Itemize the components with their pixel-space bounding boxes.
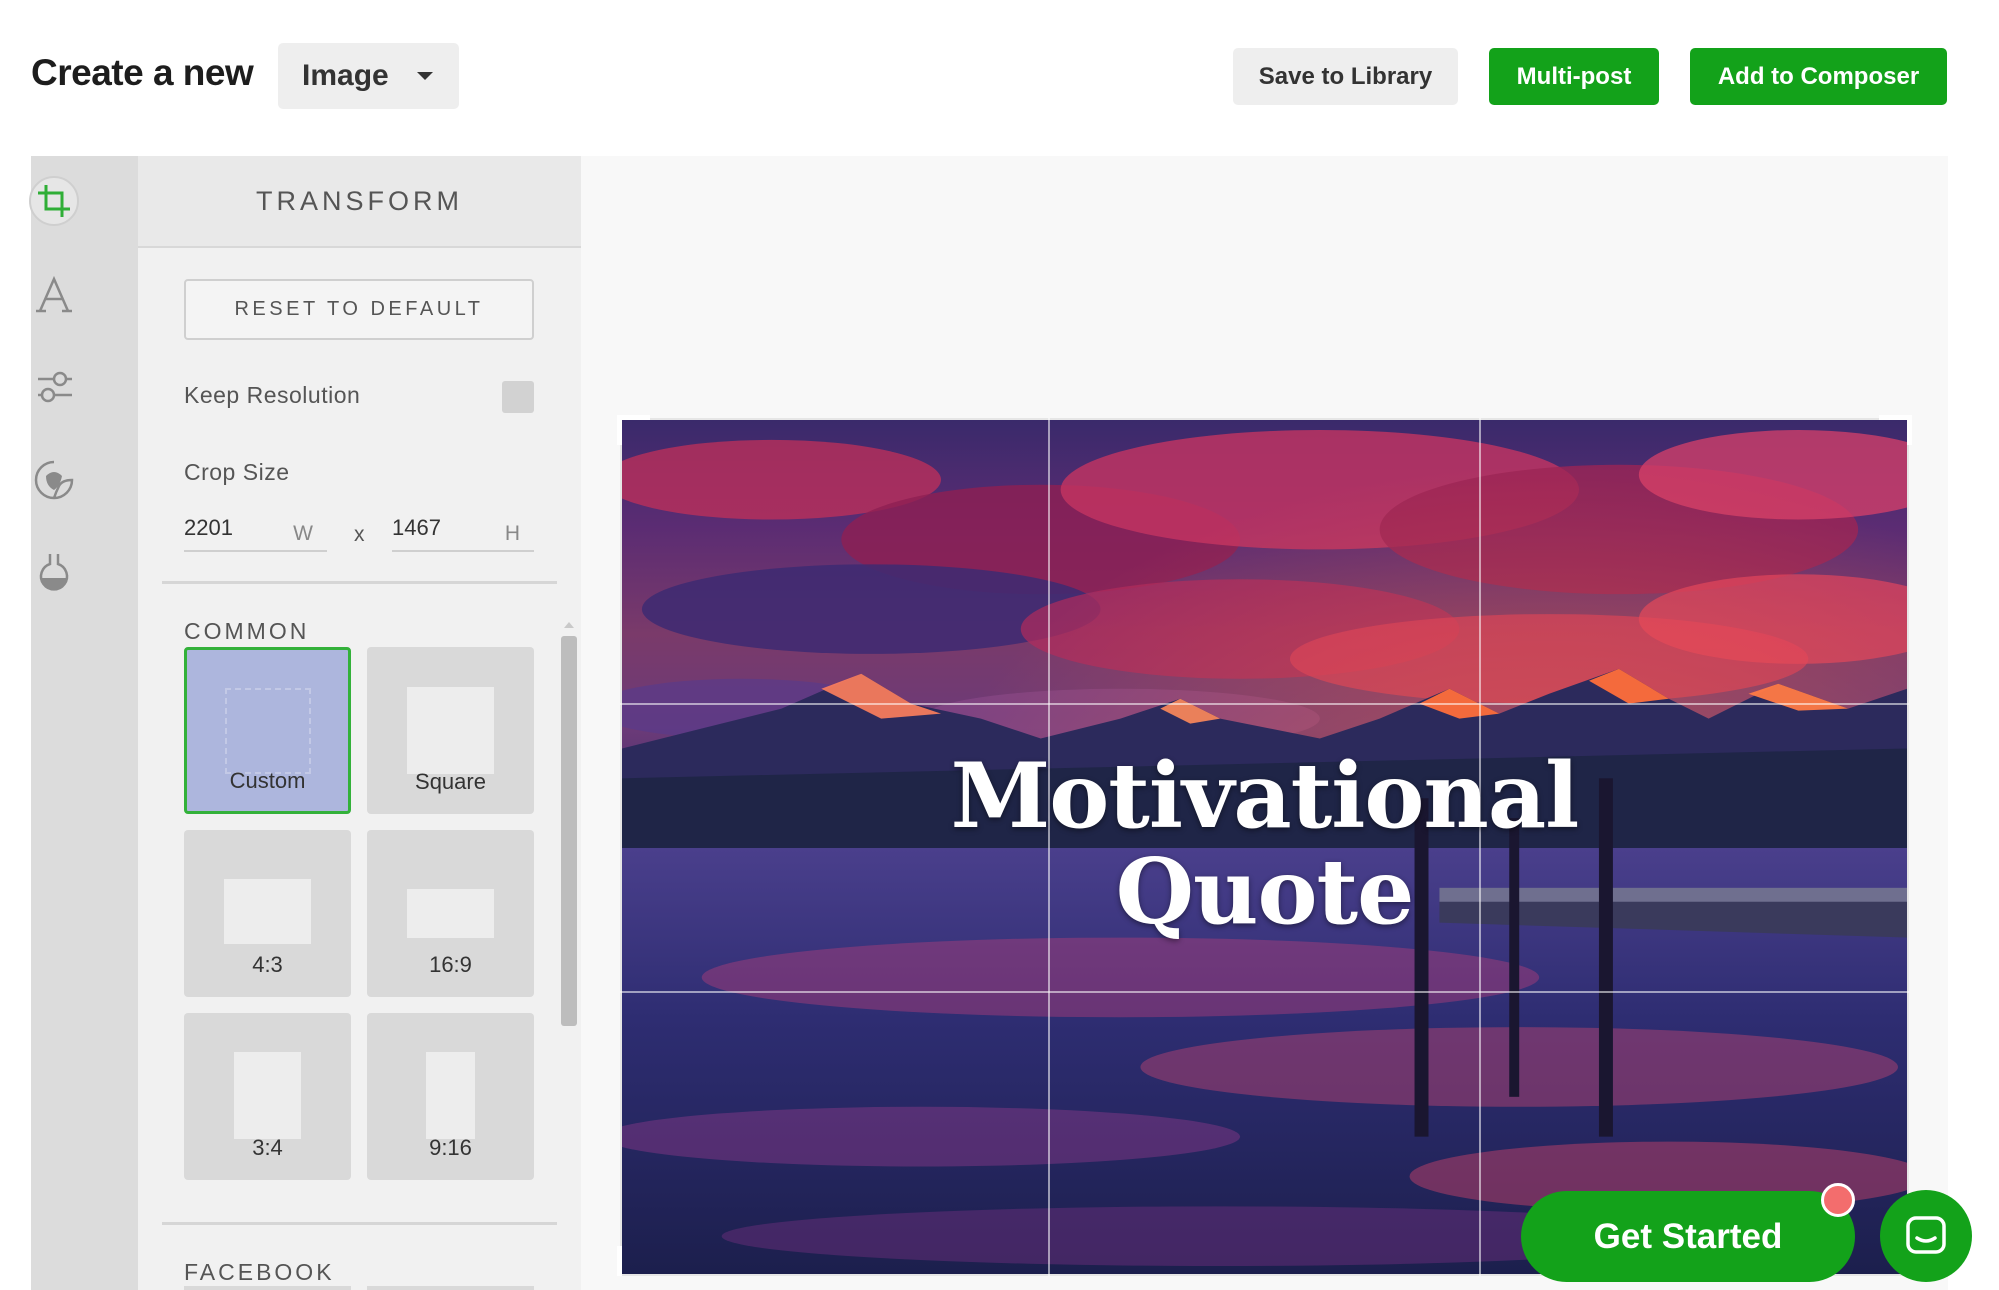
facebook-preset-partial[interactable] — [184, 1286, 351, 1290]
filter-tool-button[interactable] — [29, 547, 79, 597]
quote-text-line-1[interactable]: Motivational — [620, 747, 1909, 845]
adjust-tool-button[interactable] — [29, 362, 79, 412]
page-title: Create a new — [31, 52, 254, 93]
ratio-16-9-shape — [407, 889, 494, 938]
preset-square[interactable]: Square — [367, 647, 534, 814]
multi-post-button[interactable]: Multi-post — [1489, 48, 1659, 105]
notification-dot — [1821, 1183, 1855, 1217]
crop-width-value: 2201 — [184, 515, 233, 540]
crop-grid-line — [620, 703, 1909, 705]
crop-tool-button[interactable] — [29, 176, 79, 226]
crop-size-label: Crop Size — [184, 459, 290, 485]
add-to-composer-button[interactable]: Add to Composer — [1690, 48, 1947, 105]
preset-label: 9:16 — [429, 1135, 472, 1160]
ratio-4-3-shape — [224, 879, 311, 944]
sticker-icon — [34, 460, 74, 500]
crop-height-value: 1467 — [392, 515, 441, 540]
common-section-label: COMMON — [184, 618, 310, 644]
crop-handle-top-left[interactable] — [617, 415, 622, 445]
crop-grid-line — [620, 991, 1909, 993]
crop-handle-top-right[interactable] — [1879, 415, 1909, 420]
adjust-icon — [38, 371, 72, 403]
sticker-tool-button[interactable] — [29, 455, 79, 505]
get-started-button[interactable]: Get Started — [1521, 1191, 1855, 1282]
preset-label: 16:9 — [429, 952, 472, 977]
text-icon — [36, 275, 72, 313]
panel-title: TRANSFORM — [138, 156, 581, 248]
dimension-separator: x — [354, 523, 365, 546]
content-type-dropdown[interactable]: Image — [278, 43, 459, 109]
preset-4-3[interactable]: 4:3 — [184, 830, 351, 997]
crop-height-unit: H — [504, 522, 520, 545]
chat-icon — [1906, 1216, 1946, 1254]
ratio-9-16-shape — [426, 1052, 475, 1139]
keep-resolution-checkbox[interactable] — [502, 381, 534, 413]
scroll-up-arrow-icon[interactable] — [564, 622, 574, 628]
preset-label: Custom — [229, 768, 306, 793]
keep-resolution-label: Keep Resolution — [184, 382, 361, 408]
preset-3-4[interactable]: 3:4 — [184, 1013, 351, 1180]
content-type-value: Image — [302, 59, 389, 92]
preset-label: 4:3 — [252, 952, 283, 977]
crop-width-unit: W — [293, 522, 313, 545]
crop-icon — [38, 185, 70, 217]
crop-handle-bottom-left[interactable] — [617, 1246, 622, 1276]
crop-handle-top-left[interactable] — [620, 415, 650, 420]
quote-text-line-2[interactable]: Quote — [620, 843, 1909, 941]
ratio-3-4-shape — [234, 1052, 301, 1139]
chat-launcher-button[interactable] — [1880, 1190, 1972, 1282]
preset-custom[interactable]: Custom — [184, 647, 351, 814]
filter-icon — [39, 554, 69, 591]
crop-width-field[interactable]: 2201 W — [184, 512, 327, 552]
square-ratio-shape — [407, 687, 494, 774]
preset-16-9[interactable]: 16:9 — [367, 830, 534, 997]
facebook-section-label: FACEBOOK — [184, 1259, 335, 1285]
facebook-preset-partial[interactable] — [367, 1286, 534, 1290]
text-tool-button[interactable] — [29, 270, 79, 320]
preset-label: Square — [415, 769, 486, 794]
tool-rail — [31, 156, 138, 1290]
preset-label: 3:4 — [252, 1135, 283, 1160]
divider — [162, 581, 557, 584]
crop-height-field[interactable]: 1467 H — [392, 512, 534, 552]
custom-ratio-shape — [225, 688, 311, 774]
crop-handle-top-right[interactable] — [1907, 415, 1912, 445]
preset-9-16[interactable]: 9:16 — [367, 1013, 534, 1180]
panel-scrollbar[interactable] — [561, 636, 577, 1026]
divider — [162, 1222, 557, 1225]
save-to-library-button[interactable]: Save to Library — [1233, 48, 1458, 105]
reset-to-default-button[interactable]: RESET TO DEFAULT — [184, 279, 534, 340]
caret-down-icon — [417, 72, 433, 80]
